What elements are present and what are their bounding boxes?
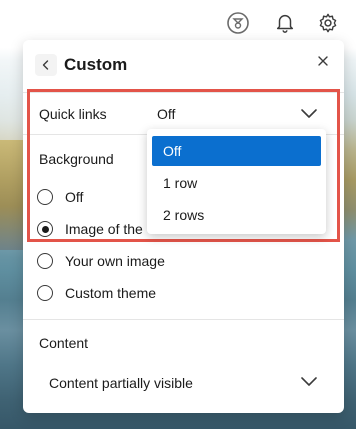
radio-label: Custom theme — [65, 285, 157, 301]
radio-button[interactable] — [37, 285, 53, 301]
dropdown-option-1-row[interactable]: 1 row — [152, 168, 321, 198]
rewards-icon[interactable] — [225, 10, 251, 36]
dropdown-option-2-rows[interactable]: 2 rows — [152, 200, 321, 230]
radio-button[interactable] — [37, 253, 53, 269]
background-option-custom-theme[interactable]: Custom theme — [37, 281, 156, 305]
background-option-image-of-the-day[interactable]: Image of the — [37, 217, 143, 241]
quick-links-select[interactable]: Off — [157, 105, 175, 123]
content-select[interactable]: Content partially visible — [49, 374, 193, 392]
top-bar — [0, 0, 356, 44]
dropdown-option-off[interactable]: Off — [152, 136, 321, 166]
background-option-off[interactable]: Off — [37, 185, 83, 209]
content-label: Content — [39, 335, 89, 351]
panel-title: Custom — [64, 55, 128, 74]
back-button[interactable] — [35, 54, 57, 76]
panel-header: Custom — [23, 40, 344, 92]
radio-button-selected[interactable] — [37, 221, 53, 237]
radio-button[interactable] — [37, 189, 53, 205]
gear-icon[interactable] — [315, 10, 341, 36]
radio-label: Your own image — [65, 253, 165, 269]
chevron-down-icon[interactable] — [298, 372, 320, 392]
back-chevron-icon — [42, 60, 49, 70]
quick-links-label: Quick links — [39, 106, 107, 122]
close-button[interactable] — [314, 52, 332, 70]
divider — [23, 92, 344, 93]
background-option-own-image[interactable]: Your own image — [37, 249, 165, 273]
chevron-down-icon[interactable] — [298, 104, 320, 124]
background-label: Background — [39, 151, 114, 167]
close-icon — [318, 56, 328, 66]
bell-icon[interactable] — [272, 10, 298, 36]
radio-label: Image of the — [65, 221, 143, 237]
divider — [23, 319, 344, 320]
radio-label: Off — [65, 189, 84, 205]
quick-links-dropdown: Off 1 row 2 rows — [147, 129, 326, 234]
